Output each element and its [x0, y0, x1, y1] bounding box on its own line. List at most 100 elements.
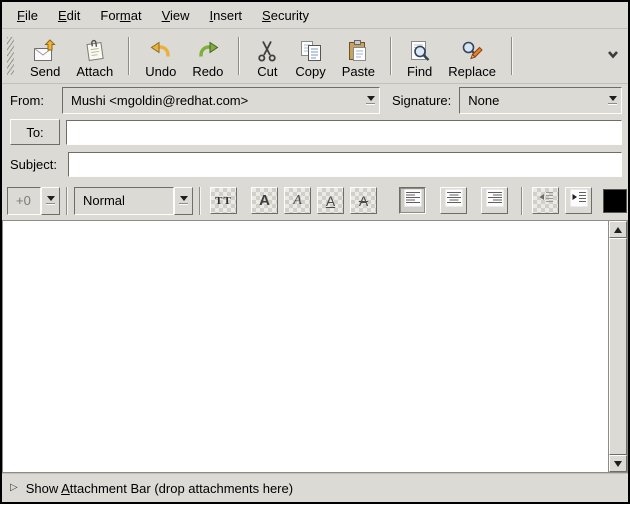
align-left-button[interactable] — [399, 187, 426, 214]
find-icon — [408, 39, 432, 63]
format-separator — [521, 187, 523, 215]
font-size-combo[interactable]: +0 — [7, 187, 60, 215]
menu-security[interactable]: Security — [255, 6, 316, 25]
strikethrough-icon: A — [359, 193, 368, 209]
combo-arrow-icon[interactable] — [366, 96, 375, 105]
cut-icon — [255, 39, 279, 63]
toolbar-separator — [390, 37, 392, 75]
typewriter-icon: TT — [215, 195, 232, 207]
toolbar-separator — [128, 37, 130, 75]
from-combo[interactable]: Mushi <mgoldin@redhat.com> — [62, 87, 380, 114]
from-label: From: — [10, 93, 62, 108]
format-separator — [66, 187, 68, 215]
unindent-button — [532, 187, 559, 214]
to-row: To: — [2, 117, 628, 147]
expander-triangle-icon: ▷ — [10, 483, 18, 493]
undo-label: Undo — [145, 64, 176, 79]
attach-button[interactable]: Attach — [68, 32, 121, 80]
bold-toggle-button[interactable]: A — [251, 187, 278, 214]
to-label: To: — [26, 125, 43, 140]
vertical-scrollbar[interactable] — [608, 220, 628, 473]
cut-button[interactable]: Cut — [247, 32, 287, 80]
signature-combo[interactable]: None — [459, 87, 622, 114]
attachment-bar-toggle[interactable]: ▷ Show Attachment Bar (drop attachments … — [2, 473, 628, 502]
main-toolbar: Send Attach Undo — [2, 29, 628, 84]
unindent-icon — [537, 189, 555, 212]
format-toolbar: +0 Normal TT A A A A — [2, 181, 628, 220]
send-icon — [33, 39, 57, 63]
paste-icon — [346, 39, 370, 63]
align-right-icon — [486, 189, 504, 212]
indent-icon — [570, 189, 588, 212]
arrow-up-icon — [614, 223, 622, 233]
underline-icon: A — [326, 193, 335, 209]
menu-edit[interactable]: Edit — [51, 6, 87, 25]
font-color-swatch[interactable] — [603, 189, 627, 213]
message-body[interactable] — [2, 220, 608, 473]
menu-file[interactable]: File — [10, 6, 45, 25]
send-button[interactable]: Send — [22, 32, 68, 80]
align-left-icon — [404, 189, 422, 212]
font-size-arrow-button[interactable] — [41, 187, 60, 215]
chevron-down-icon — [606, 47, 620, 64]
message-body-area — [2, 220, 628, 473]
combo-arrow-icon — [179, 196, 188, 205]
indent-button[interactable] — [565, 187, 592, 214]
copy-icon — [299, 39, 323, 63]
align-right-button[interactable] — [481, 187, 508, 214]
subject-label: Subject: — [10, 157, 62, 172]
undo-button[interactable]: Undo — [137, 32, 184, 80]
paste-label: Paste — [342, 64, 375, 79]
menu-bar: File Edit Format View Insert Security — [2, 2, 628, 29]
from-row: From: Mushi <mgoldin@redhat.com> Signatu… — [2, 84, 628, 117]
mail-composer-window: File Edit Format View Insert Security Se… — [0, 0, 630, 504]
replace-icon — [460, 39, 484, 63]
bold-icon: A — [259, 192, 270, 209]
strikethrough-toggle-button[interactable]: A — [350, 187, 377, 214]
attach-icon — [83, 39, 107, 63]
scroll-up-button[interactable] — [609, 221, 627, 238]
toolbar-overflow-button[interactable] — [604, 43, 622, 69]
send-label: Send — [30, 64, 60, 79]
paragraph-style-arrow-button[interactable] — [174, 187, 193, 215]
find-button[interactable]: Find — [399, 32, 440, 80]
subject-input[interactable] — [68, 152, 622, 177]
from-value: Mushi <mgoldin@redhat.com> — [71, 93, 360, 108]
copy-label: Copy — [295, 64, 325, 79]
copy-button[interactable]: Copy — [287, 32, 333, 80]
signature-label: Signature: — [392, 93, 451, 108]
to-input[interactable] — [66, 120, 622, 145]
replace-button[interactable]: Replace — [440, 32, 504, 80]
find-label: Find — [407, 64, 432, 79]
italic-icon: A — [293, 193, 302, 209]
format-separator — [199, 187, 201, 215]
undo-icon — [149, 39, 173, 63]
typewriter-toggle-button[interactable]: TT — [210, 187, 237, 214]
align-center-icon — [445, 189, 463, 212]
toolbar-grip[interactable] — [7, 37, 14, 75]
underline-toggle-button[interactable]: A — [317, 187, 344, 214]
redo-button[interactable]: Redo — [184, 32, 231, 80]
italic-toggle-button[interactable]: A — [284, 187, 311, 214]
toolbar-separator — [238, 37, 240, 75]
scrollbar-thumb[interactable] — [609, 238, 627, 455]
combo-arrow-icon[interactable] — [608, 96, 617, 105]
redo-label: Redo — [192, 64, 223, 79]
scroll-down-button[interactable] — [609, 455, 627, 472]
cut-label: Cut — [257, 64, 277, 79]
paste-button[interactable]: Paste — [334, 32, 383, 80]
combo-arrow-icon — [46, 196, 55, 205]
menu-format[interactable]: Format — [93, 6, 148, 25]
signature-value: None — [468, 93, 602, 108]
attach-label: Attach — [76, 64, 113, 79]
redo-icon — [196, 39, 220, 63]
menu-insert[interactable]: Insert — [203, 6, 250, 25]
to-button[interactable]: To: — [10, 119, 60, 145]
paragraph-style-combo[interactable]: Normal — [74, 187, 193, 215]
align-center-button[interactable] — [440, 187, 467, 214]
menu-view[interactable]: View — [155, 6, 197, 25]
font-size-value: +0 — [7, 187, 41, 215]
subject-row: Subject: — [2, 147, 628, 181]
paragraph-style-value: Normal — [74, 187, 174, 215]
arrow-down-icon — [614, 461, 622, 471]
